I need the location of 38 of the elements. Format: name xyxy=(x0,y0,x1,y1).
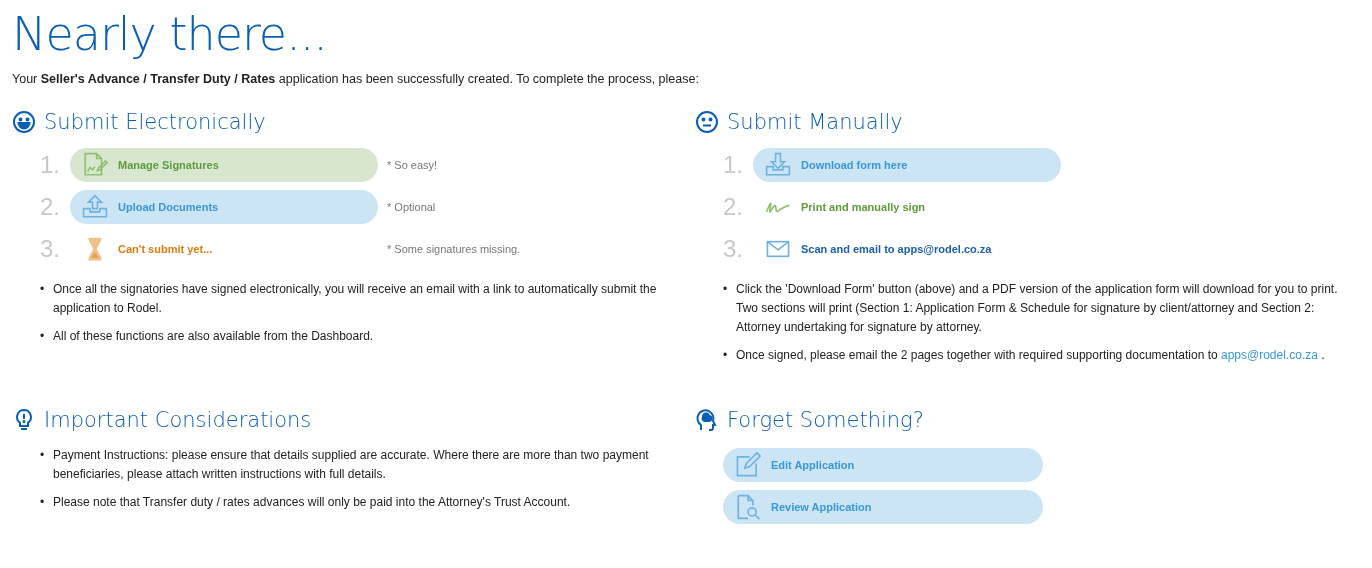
neutral-face-icon xyxy=(695,110,719,134)
bullet-marker: • xyxy=(40,281,45,298)
edit-icon xyxy=(735,452,761,478)
step-note: * Some signatures missing. xyxy=(387,243,521,255)
document-search-icon xyxy=(735,494,761,520)
step-button[interactable]: Download form here xyxy=(753,148,1061,182)
step-note: * Optional xyxy=(387,201,436,213)
bullet-text: Payment Instructions: please ensure that details supplied are accurate. Where there are more than two payment beneficiaries, please attach written instructions with full details. xyxy=(53,447,650,483)
download-tray-icon xyxy=(765,152,791,178)
section-heading: Submit Electronically xyxy=(44,110,266,134)
head-icon xyxy=(695,408,719,432)
bullet-marker: • xyxy=(40,447,45,464)
bullet-marker: • xyxy=(723,347,728,364)
step-button[interactable]: Manage Signatures xyxy=(70,148,378,182)
bullet-text: Once all the signatories have signed electronically, you will receive an email with a link to automatically submit the application to Rodel. xyxy=(53,281,658,317)
bullet-text: Click the 'Download Form' button (above) and a PDF version of the application form will download for you to print. Two sections will print (Section 1: Application Form & Schedule for signature by client/attorney and Section 2: Attorney undertaking for signature by attorney. xyxy=(736,281,1339,336)
intro-text: Your Seller's Advance / Transfer Duty / Rates application has been successfully created. To complete the process, please: xyxy=(12,72,700,86)
bullet-marker: • xyxy=(40,494,45,511)
bullet-marker: • xyxy=(723,281,728,298)
upload-tray-icon xyxy=(82,194,108,220)
signature-document-icon xyxy=(82,152,108,178)
action-button[interactable]: Review Application xyxy=(723,490,1043,524)
section-heading: Submit Manually xyxy=(727,110,903,134)
action-button[interactable]: Edit Application xyxy=(723,448,1043,482)
page-title: Nearly there... xyxy=(12,6,328,63)
step-note: * So easy! xyxy=(387,159,438,171)
step-button[interactable]: Can't submit yet... xyxy=(70,232,378,266)
email-link[interactable]: apps@rodel.co.za xyxy=(1221,348,1318,362)
section-heading: Forget Something? xyxy=(727,408,924,432)
bullet-text: Please note that Transfer duty / rates advances will only be paid into the Attorney's Trust Account. xyxy=(53,494,571,511)
bullet-text: Once signed, please email the 2 pages together with required supporting documentation to apps@rodel.co.za . xyxy=(736,347,1325,364)
step-button[interactable]: Scan and email to apps@rodel.co.za xyxy=(753,232,1061,266)
section-heading: Important Considerations xyxy=(44,408,312,432)
step-button[interactable]: Upload Documents xyxy=(70,190,378,224)
smiling-face-icon xyxy=(12,110,36,134)
step-button[interactable]: Print and manually sign xyxy=(753,190,1061,224)
bullet-marker: • xyxy=(40,328,45,345)
bullet-text: All of these functions are also available from the Dashboard. xyxy=(53,328,374,345)
